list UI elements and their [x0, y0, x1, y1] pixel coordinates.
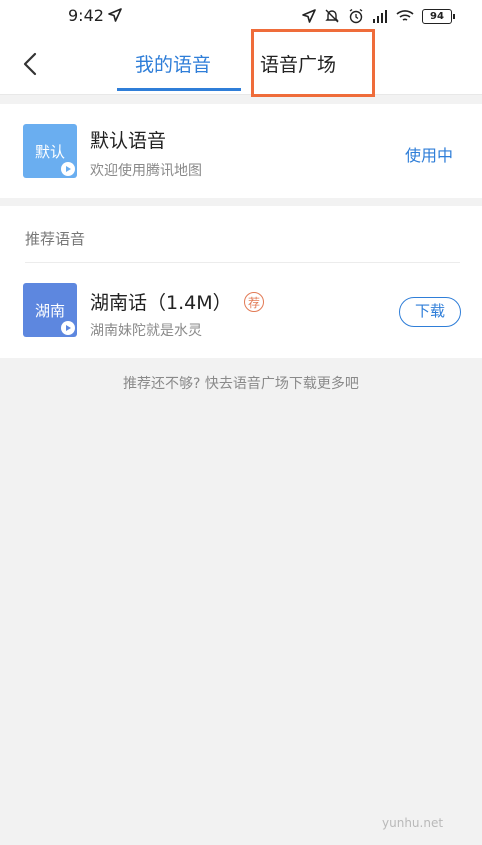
recommended-badge: 荐 [244, 292, 264, 312]
play-icon[interactable] [61, 162, 75, 176]
download-button[interactable]: 下载 [399, 297, 461, 327]
status-icons: 94 [302, 6, 455, 26]
navigation-arrow-icon [108, 8, 122, 22]
highlight-annotation-box [251, 29, 375, 97]
voice-description: 欢迎使用腾讯地图 [90, 163, 202, 179]
signal-icon [373, 10, 387, 23]
hunan-voice-thumbnail: 湖南 [23, 283, 77, 337]
recommended-section: 推荐语音 湖南 湖南话（1.4M） 荐 湖南妹陀就是水灵 下载 [0, 206, 482, 358]
mute-icon [325, 9, 339, 23]
play-icon[interactable] [61, 321, 75, 335]
voice-name: 默认语音 [90, 130, 167, 152]
alarm-icon [349, 8, 363, 24]
footer-hint: 推荐还不够? 快去语音广场下载更多吧 [123, 376, 359, 392]
tab-my-voice[interactable]: 我的语音 [135, 50, 211, 77]
thumbnail-label: 默认 [34, 142, 65, 161]
thumbnail-label: 湖南 [34, 301, 65, 320]
location-icon [302, 9, 316, 23]
battery-icon: 94 [422, 8, 455, 24]
watermark: yunhu.net [382, 816, 444, 830]
section-label: 推荐语音 [25, 230, 86, 248]
voice-name: 湖南话（1.4M） [90, 292, 232, 314]
active-tab-indicator [117, 88, 241, 91]
status-time: 9:42 [68, 6, 104, 25]
divider [25, 262, 460, 263]
chevron-left-icon[interactable] [20, 50, 42, 78]
current-voice-card[interactable]: 默认 默认语音 欢迎使用腾讯地图 使用中 [0, 104, 482, 198]
wifi-icon [396, 10, 414, 21]
voice-description: 湖南妹陀就是水灵 [90, 323, 202, 339]
in-use-status: 使用中 [405, 146, 454, 165]
status-bar: 9:42 94 [0, 0, 482, 34]
default-voice-thumbnail: 默认 [23, 124, 77, 178]
header-bar: 我的语音 语音广场 [0, 34, 482, 95]
